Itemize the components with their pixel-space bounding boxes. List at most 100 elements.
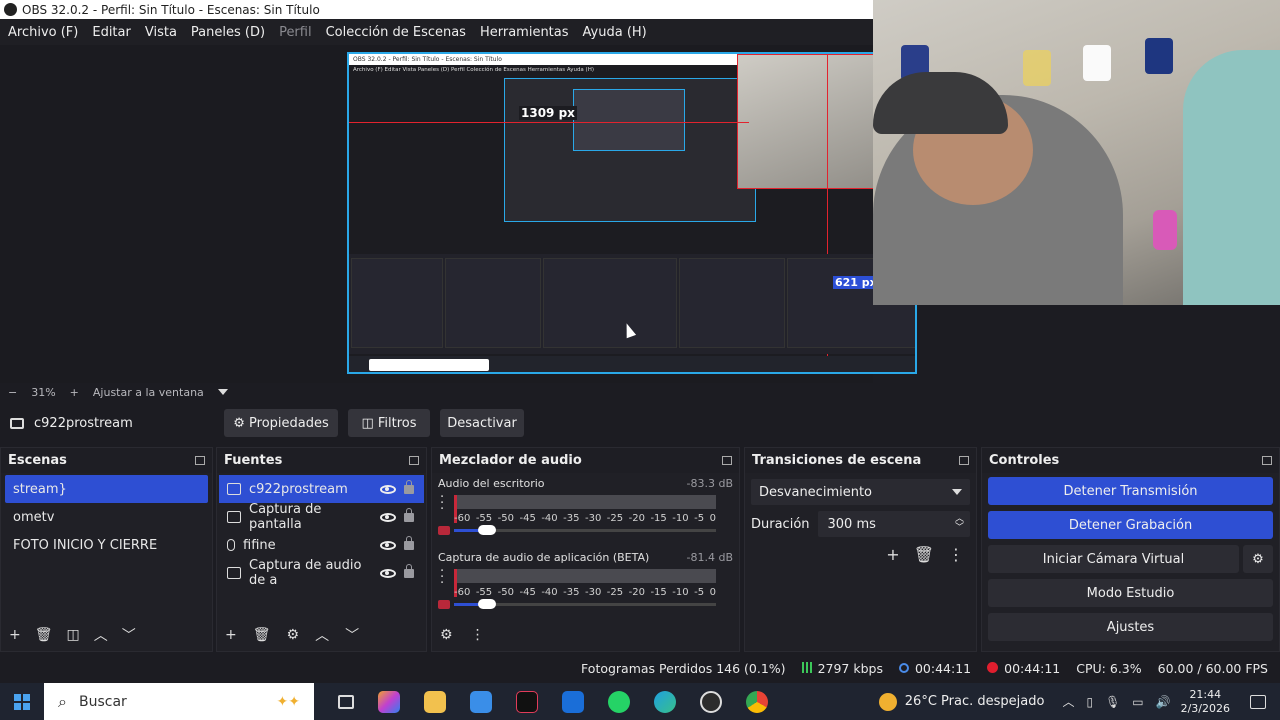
chrome-icon[interactable] bbox=[746, 690, 768, 713]
sources-title: Fuentes bbox=[224, 453, 283, 468]
outlook-icon[interactable] bbox=[562, 690, 584, 713]
add-icon[interactable]: + bbox=[225, 627, 237, 643]
more-options-icon[interactable]: ⋮ bbox=[948, 545, 964, 564]
file-explorer-icon[interactable] bbox=[424, 690, 446, 713]
webcam-feed bbox=[873, 0, 1280, 305]
microphone-icon[interactable]: 🎙 bbox=[1105, 695, 1120, 709]
studio-mode-button[interactable]: Modo Estudio bbox=[988, 579, 1273, 607]
obs-icon[interactable] bbox=[700, 690, 722, 713]
tiktok-icon[interactable] bbox=[516, 690, 538, 713]
scene-item[interactable]: FOTO INICIO Y CIERRE bbox=[5, 531, 208, 559]
taskbar-search[interactable]: ⌕ Buscar ✦✦ bbox=[44, 683, 314, 720]
float-icon[interactable] bbox=[195, 456, 205, 465]
search-placeholder: Buscar bbox=[78, 693, 127, 710]
channel-db: -81.4 dB bbox=[686, 551, 734, 564]
filters-button[interactable]: ◫ Filtros bbox=[348, 409, 430, 437]
filter-icon[interactable]: ◫ bbox=[67, 627, 80, 643]
eye-icon[interactable] bbox=[380, 484, 396, 494]
chevron-down-icon[interactable]: ﹀ bbox=[345, 625, 359, 645]
transition-select[interactable]: Desvanecimiento bbox=[751, 479, 970, 505]
menu-herramientas[interactable]: Herramientas bbox=[476, 25, 573, 40]
channel-db: -83.3 dB bbox=[686, 477, 734, 490]
eye-icon[interactable] bbox=[380, 512, 396, 522]
volume-slider[interactable] bbox=[454, 525, 716, 535]
gear-icon[interactable]: ⚙ bbox=[1243, 545, 1273, 573]
add-icon[interactable]: + bbox=[9, 627, 21, 643]
properties-button[interactable]: ⚙ Propiedades bbox=[224, 409, 338, 437]
more-options-icon[interactable]: · · · bbox=[440, 565, 444, 590]
more-options-icon[interactable]: ⋮ bbox=[471, 627, 485, 643]
camera-icon bbox=[227, 483, 241, 495]
mixer-settings-icon[interactable]: ⚙ bbox=[440, 627, 453, 643]
chevron-up-icon[interactable]: ︿ bbox=[315, 625, 329, 645]
chevron-up-icon[interactable]: ︿ bbox=[94, 625, 108, 645]
usb-icon[interactable]: ▯ bbox=[1086, 695, 1093, 709]
menu-coleccion-escenas[interactable]: Colección de Escenas bbox=[322, 25, 470, 40]
stop-stream-button[interactable]: Detener Transmisión bbox=[988, 477, 1273, 505]
settings-button[interactable]: Ajustes bbox=[988, 613, 1273, 641]
network-icon[interactable]: ▭ bbox=[1132, 695, 1143, 709]
task-view-icon[interactable] bbox=[338, 694, 354, 709]
lock-icon[interactable] bbox=[404, 507, 414, 522]
float-icon[interactable] bbox=[1262, 456, 1272, 465]
recording-status: 00:44:11 bbox=[987, 661, 1060, 676]
lock-icon[interactable] bbox=[404, 535, 414, 550]
volume-icon[interactable]: 🔊 bbox=[1156, 695, 1171, 709]
scene-item[interactable]: stream} bbox=[5, 475, 208, 503]
stop-recording-button[interactable]: Detener Grabación bbox=[988, 511, 1273, 539]
windows-start-icon[interactable] bbox=[14, 693, 30, 710]
menu-ayuda[interactable]: Ayuda (H) bbox=[579, 25, 651, 40]
menu-editar[interactable]: Editar bbox=[88, 25, 135, 40]
start-virtual-camera-button[interactable]: Iniciar Cámara Virtual bbox=[988, 545, 1239, 573]
source-item[interactable]: fifine bbox=[219, 531, 424, 559]
fit-window-select[interactable]: Ajustar a la ventana bbox=[93, 386, 204, 399]
zoom-in-button[interactable]: + bbox=[70, 386, 79, 399]
zoom-out-button[interactable]: − bbox=[8, 386, 17, 399]
trash-icon[interactable]: 🗑 bbox=[253, 627, 271, 643]
eye-icon[interactable] bbox=[380, 568, 396, 578]
duration-input[interactable]: 300 ms ︿ ﹀ bbox=[817, 511, 970, 537]
chevron-up-icon[interactable]: ︿ bbox=[1062, 693, 1074, 710]
channel-name: Captura de audio de aplicación (BETA) bbox=[438, 551, 650, 564]
float-icon[interactable] bbox=[959, 456, 969, 465]
whatsapp-icon[interactable] bbox=[608, 690, 630, 713]
gear-icon[interactable]: ⚙ bbox=[287, 627, 300, 643]
stepper-icon[interactable]: ︿ ﹀ bbox=[955, 515, 964, 533]
trash-icon[interactable]: 🗑 bbox=[35, 627, 53, 643]
duration-row: Duración 300 ms ︿ ﹀ bbox=[745, 511, 976, 537]
eye-icon[interactable] bbox=[380, 540, 396, 550]
properties-label: Propiedades bbox=[249, 415, 329, 431]
float-icon[interactable] bbox=[722, 456, 732, 465]
menu-paneles[interactable]: Paneles (D) bbox=[187, 25, 269, 40]
scene-item[interactable]: ometv bbox=[5, 503, 208, 531]
more-options-icon[interactable]: · · · bbox=[440, 491, 444, 516]
lock-icon[interactable] bbox=[404, 563, 414, 578]
broadcast-icon bbox=[898, 662, 909, 673]
chevron-down-icon bbox=[952, 489, 962, 495]
chevron-down-icon[interactable]: ﹀ bbox=[122, 625, 136, 645]
controls-dock: Controles Detener Transmisión Detener Gr… bbox=[981, 447, 1280, 652]
add-icon[interactable]: + bbox=[886, 545, 899, 564]
speaker-icon[interactable] bbox=[438, 526, 450, 535]
menu-vista[interactable]: Vista bbox=[141, 25, 181, 40]
volume-meter bbox=[454, 495, 716, 523]
float-icon[interactable] bbox=[409, 456, 419, 465]
chevron-down-icon[interactable] bbox=[217, 389, 228, 395]
edge-icon[interactable] bbox=[654, 690, 676, 713]
trash-icon[interactable]: 🗑 bbox=[914, 545, 934, 564]
weather-widget[interactable]: 26°C Prac. despejado bbox=[878, 692, 1044, 711]
notification-icon[interactable] bbox=[1250, 694, 1266, 709]
source-item[interactable]: Captura de audio de a bbox=[219, 558, 424, 588]
speaker-icon[interactable] bbox=[438, 600, 450, 609]
menu-perfil[interactable]: Perfil bbox=[275, 25, 316, 40]
audio-mixer-dock: Mezclador de audio Audio del escritorio -… bbox=[431, 447, 740, 652]
volume-slider[interactable] bbox=[454, 599, 716, 609]
source-item[interactable]: c922prostream bbox=[219, 475, 424, 503]
source-item[interactable]: Captura de pantalla bbox=[219, 502, 424, 532]
store-icon[interactable] bbox=[470, 690, 492, 713]
deactivate-button[interactable]: Desactivar bbox=[440, 409, 524, 437]
lock-icon[interactable] bbox=[404, 479, 414, 494]
clock[interactable]: 21:44 2/3/2026 bbox=[1181, 688, 1230, 716]
copilot-icon[interactable] bbox=[378, 690, 400, 713]
menu-archivo[interactable]: Archivo (F) bbox=[4, 25, 82, 40]
